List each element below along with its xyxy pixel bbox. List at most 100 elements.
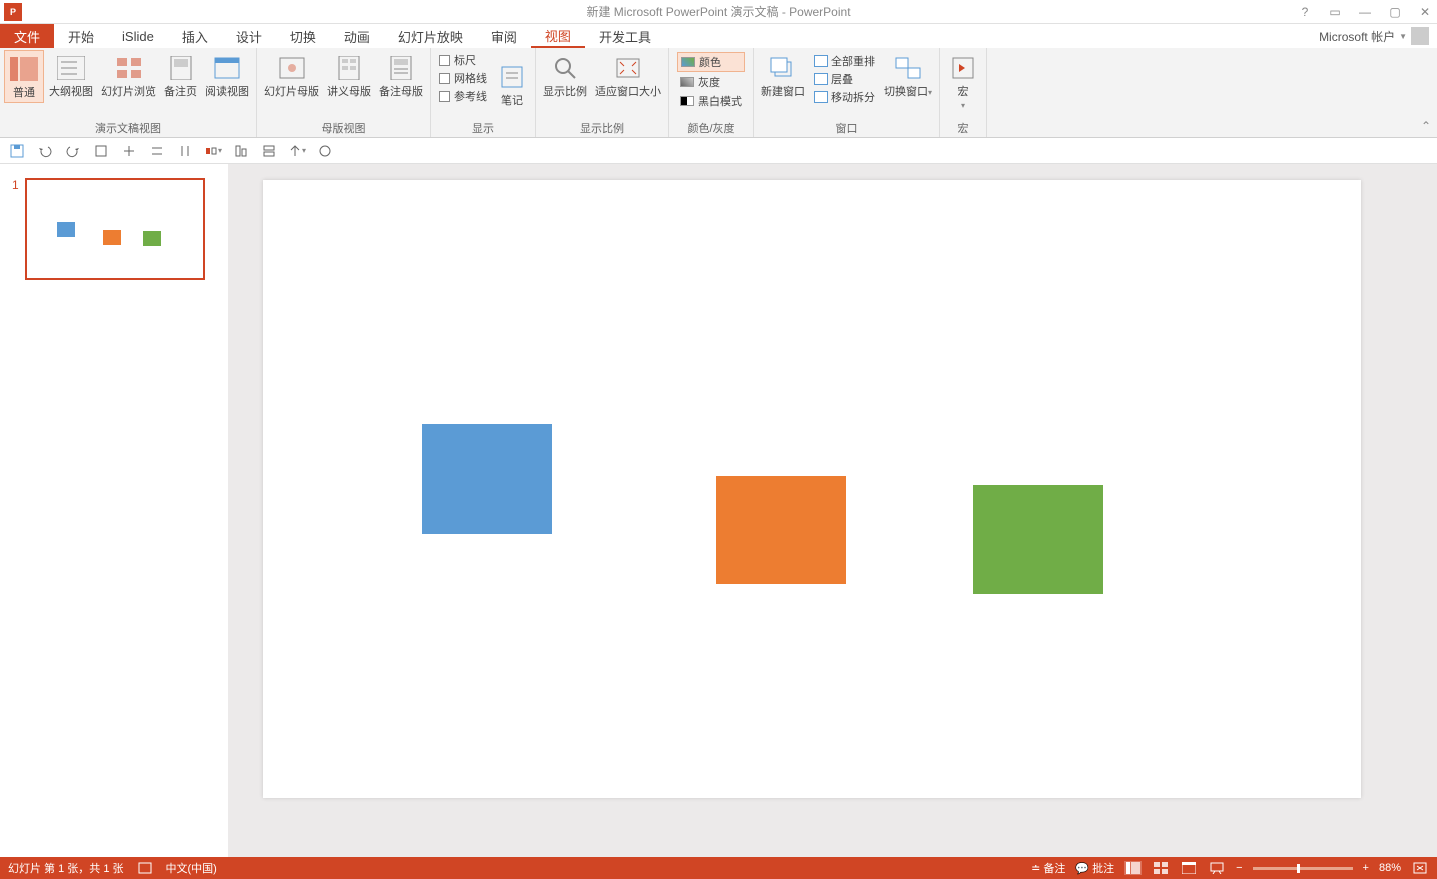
shape-rectangle-orange[interactable] bbox=[716, 476, 846, 584]
zoom-percent[interactable]: 88% bbox=[1379, 862, 1401, 874]
new-window-icon bbox=[767, 52, 799, 84]
zoom-out-button[interactable]: − bbox=[1236, 862, 1242, 874]
qat-button-6[interactable] bbox=[148, 142, 166, 160]
outline-view-label: 大纲视图 bbox=[49, 86, 93, 99]
grayscale-mode-button[interactable]: 灰度 bbox=[677, 73, 745, 91]
tab-design[interactable]: 设计 bbox=[222, 24, 276, 48]
tab-developer[interactable]: 开发工具 bbox=[585, 24, 665, 48]
reading-view-status-button[interactable] bbox=[1180, 861, 1198, 875]
ruler-checkbox[interactable]: 标尺 bbox=[439, 52, 487, 68]
tab-home[interactable]: 开始 bbox=[54, 24, 108, 48]
zoom-button[interactable]: 显示比例 bbox=[540, 50, 590, 101]
arrange-all-button[interactable]: 全部重排 bbox=[812, 52, 877, 70]
gridlines-checkbox[interactable]: 网格线 bbox=[439, 70, 487, 86]
ribbon-toggle-button[interactable]: ▭ bbox=[1327, 5, 1343, 19]
sorter-view-status-button[interactable] bbox=[1152, 861, 1170, 875]
guides-checkbox[interactable]: 参考线 bbox=[439, 88, 487, 104]
titlebar: P 新建 Microsoft PowerPoint 演示文稿 - PowerPo… bbox=[0, 0, 1437, 24]
tab-review[interactable]: 审阅 bbox=[477, 24, 531, 48]
slide-sorter-icon bbox=[113, 52, 145, 84]
status-language[interactable]: 中文(中国) bbox=[166, 860, 217, 876]
bw-swatch-icon bbox=[680, 96, 694, 106]
outline-view-button[interactable]: 大纲视图 bbox=[46, 50, 96, 101]
slide-thumbnail-panel[interactable]: 1 bbox=[0, 164, 228, 857]
tab-animations[interactable]: 动画 bbox=[330, 24, 384, 48]
redo-button[interactable] bbox=[64, 142, 82, 160]
group-color-label: 颜色/灰度 bbox=[673, 118, 749, 137]
qat-button-10[interactable] bbox=[260, 142, 278, 160]
normal-view-button[interactable]: 普通 bbox=[4, 50, 44, 103]
notes-master-button[interactable]: 备注母版 bbox=[376, 50, 426, 101]
switch-windows-button[interactable]: 切换窗口▾ bbox=[881, 50, 935, 101]
zoom-in-button[interactable]: + bbox=[1363, 862, 1369, 874]
statusbar: 幻灯片 第 1 张，共 1 张 中文(中国) ≐备注 💬批注 − + 88% bbox=[0, 857, 1437, 879]
account-area[interactable]: Microsoft 帐户 ▼ bbox=[1311, 24, 1437, 48]
arrange-icon bbox=[814, 55, 828, 67]
spellcheck-icon[interactable] bbox=[138, 862, 152, 874]
color-mode-button[interactable]: 颜色 bbox=[677, 52, 745, 72]
qat-button-7[interactable] bbox=[176, 142, 194, 160]
bw-mode-button[interactable]: 黑白模式 bbox=[677, 92, 745, 110]
fit-to-window-status-button[interactable] bbox=[1411, 861, 1429, 875]
qat-button-4[interactable] bbox=[92, 142, 110, 160]
cascade-button[interactable]: 层叠 bbox=[812, 70, 877, 88]
qat-button-9[interactable] bbox=[232, 142, 250, 160]
status-slide-info[interactable]: 幻灯片 第 1 张，共 1 张 bbox=[8, 860, 124, 876]
guides-label: 参考线 bbox=[454, 88, 487, 104]
fit-window-button[interactable]: 适应窗口大小 bbox=[592, 50, 664, 101]
notes-button[interactable]: 笔记 bbox=[493, 59, 531, 110]
slide-master-button[interactable]: 幻灯片母版 bbox=[261, 50, 322, 101]
normal-view-status-button[interactable] bbox=[1124, 861, 1142, 875]
file-tab[interactable]: 文件 bbox=[0, 24, 54, 48]
avatar bbox=[1411, 27, 1429, 45]
tab-transitions[interactable]: 切换 bbox=[276, 24, 330, 48]
checkbox-icon bbox=[439, 73, 450, 84]
normal-view-label: 普通 bbox=[13, 87, 35, 100]
zoom-slider-thumb[interactable] bbox=[1297, 864, 1300, 873]
help-button[interactable]: ? bbox=[1297, 5, 1313, 19]
window-title: 新建 Microsoft PowerPoint 演示文稿 - PowerPoin… bbox=[586, 3, 850, 20]
qat-button-5[interactable] bbox=[120, 142, 138, 160]
qat-button-12[interactable] bbox=[316, 142, 334, 160]
slide-sorter-button[interactable]: 幻灯片浏览 bbox=[98, 50, 159, 101]
group-presentation-views: 普通 大纲视图 幻灯片浏览 备注页 阅读视图 演示文稿视图 bbox=[0, 48, 257, 137]
minimize-button[interactable]: — bbox=[1357, 5, 1373, 19]
notes-page-icon bbox=[165, 52, 197, 84]
group-show-label: 显示 bbox=[435, 118, 531, 137]
close-button[interactable]: ✕ bbox=[1417, 5, 1433, 19]
undo-button[interactable] bbox=[36, 142, 54, 160]
qat-button-8[interactable]: ▾ bbox=[204, 142, 222, 160]
thumbnail-preview[interactable] bbox=[25, 178, 205, 280]
shape-rectangle-green[interactable] bbox=[973, 485, 1103, 594]
group-macros-label: 宏 bbox=[944, 118, 982, 137]
slide-canvas-area[interactable]: ↖ bbox=[228, 164, 1437, 857]
notes-page-button[interactable]: 备注页 bbox=[161, 50, 200, 101]
save-button[interactable] bbox=[8, 142, 26, 160]
macros-button[interactable]: 宏▾ bbox=[944, 50, 982, 114]
maximize-button[interactable]: ▢ bbox=[1387, 5, 1403, 19]
ribbon: 普通 大纲视图 幻灯片浏览 备注页 阅读视图 演示文稿视图 bbox=[0, 48, 1437, 138]
thumbnail-item[interactable]: 1 bbox=[12, 178, 216, 280]
reading-view-button[interactable]: 阅读视图 bbox=[202, 50, 252, 101]
status-notes-button[interactable]: ≐备注 bbox=[1031, 860, 1065, 876]
group-color-grayscale: 颜色 灰度 黑白模式 颜色/灰度 bbox=[669, 48, 754, 137]
tab-view[interactable]: 视图 bbox=[531, 24, 585, 48]
thumb-shape-3 bbox=[143, 231, 161, 246]
ribbon-tabs: 文件 开始 iSlide 插入 设计 切换 动画 幻灯片放映 审阅 视图 开发工… bbox=[0, 24, 1437, 48]
qat-button-11[interactable]: ▾ bbox=[288, 142, 306, 160]
tab-islide[interactable]: iSlide bbox=[108, 24, 168, 48]
slideshow-status-button[interactable] bbox=[1208, 861, 1226, 875]
tab-slideshow[interactable]: 幻灯片放映 bbox=[384, 24, 477, 48]
shape-rectangle-blue[interactable] bbox=[422, 424, 552, 534]
tab-insert[interactable]: 插入 bbox=[168, 24, 222, 48]
slide[interactable] bbox=[263, 180, 1361, 798]
collapse-ribbon-button[interactable]: ⌃ bbox=[1421, 119, 1431, 133]
handout-master-button[interactable]: 讲义母版 bbox=[324, 50, 374, 101]
status-comments-button[interactable]: 💬批注 bbox=[1075, 860, 1114, 876]
app-icon-text: P bbox=[10, 7, 16, 17]
move-split-button[interactable]: 移动拆分 bbox=[812, 88, 877, 106]
new-window-button[interactable]: 新建窗口 bbox=[758, 50, 808, 101]
zoom-slider[interactable] bbox=[1253, 867, 1353, 870]
quick-access-toolbar: ▾ ▾ bbox=[0, 138, 1437, 164]
checkbox-icon bbox=[439, 55, 450, 66]
